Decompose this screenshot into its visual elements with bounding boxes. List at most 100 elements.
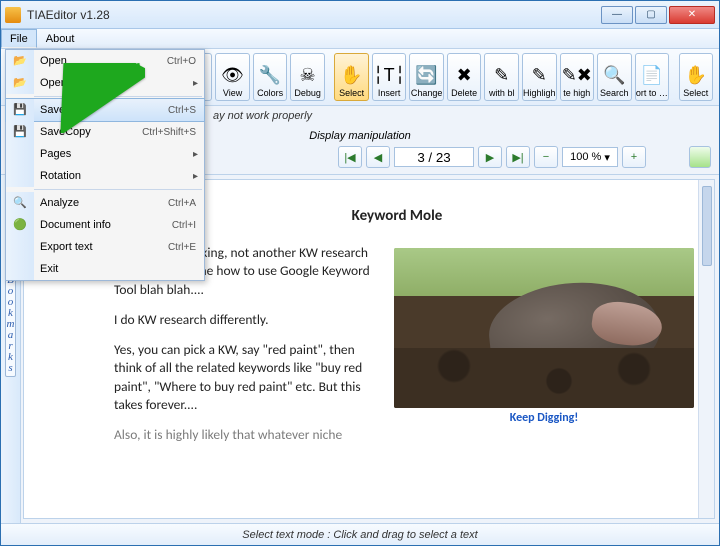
toolbar-label: Highligh <box>523 88 556 98</box>
view-icon: 👁 <box>220 62 246 88</box>
menu-item-document-info[interactable]: 🟢 Document infoCtrl+I <box>6 214 204 236</box>
toolbar-label: Insert <box>378 88 401 98</box>
menu-item-shortcut: Ctrl+Shift+S <box>142 127 204 138</box>
select-mode-button[interactable]: ✋Select <box>679 53 714 101</box>
doc-paragraph: Also, it is highly likely that whatever … <box>114 426 374 444</box>
zoom-in-button[interactable]: + <box>622 146 646 168</box>
menu-file[interactable]: File <box>1 29 37 48</box>
menu-item-export-text[interactable]: Export textCtrl+E <box>6 236 204 258</box>
menu-item-shortcut: Ctrl+S <box>168 105 204 116</box>
menu-item-shortcut: Ctrl+I <box>172 220 204 231</box>
first-page-button[interactable]: |◀ <box>338 146 362 168</box>
remove-highlight-icon: ✎✖ <box>564 62 590 88</box>
menu-item-label: Open recent <box>34 77 204 89</box>
toolbar-label: with bl <box>489 88 515 98</box>
toolbar-label: Select <box>339 88 364 98</box>
last-page-button[interactable]: ▶| <box>506 146 530 168</box>
menu-item-pages[interactable]: Pages <box>6 143 204 165</box>
menu-item-label: Analyze <box>34 197 168 209</box>
prev-page-button[interactable]: ◀ <box>366 146 390 168</box>
colors-button[interactable]: 🔧Colors <box>253 53 288 101</box>
remove-highlight-button[interactable]: ✎✖te high <box>560 53 595 101</box>
select-button[interactable]: ✋Select <box>334 53 369 101</box>
menu-item-open[interactable]: 📂 OpenCtrl+O <box>6 50 204 72</box>
toolbar-label: Colors <box>257 88 283 98</box>
export-icon: 📄 <box>639 62 665 88</box>
menu-item-open-recent[interactable]: 📂 Open recent <box>6 72 204 94</box>
toolbar-label: te high <box>563 88 590 98</box>
colors-icon: 🔧 <box>257 62 283 88</box>
menubar: File About 📂OpenCtrl+O📂Open recent💾SaveC… <box>1 29 719 49</box>
toolbar-label: Search <box>600 88 629 98</box>
menu-item-analyze[interactable]: 🔍 AnalyzeCtrl+A <box>6 192 204 214</box>
delete-icon: ✖ <box>451 62 477 88</box>
analyze-icon: 🔍 <box>13 196 27 210</box>
debug-button[interactable]: ☠Debug <box>290 53 325 101</box>
highlight-icon: ✎ <box>526 62 552 88</box>
statusbar: Select text mode : Click and drag to sel… <box>1 523 719 545</box>
minimize-button[interactable]: — <box>601 6 633 24</box>
app-window: TIAEditor v1.28 — ▢ ✕ File About 📂OpenCt… <box>0 0 720 546</box>
view-button[interactable]: 👁View <box>215 53 250 101</box>
with-block-icon: ✎ <box>489 62 515 88</box>
menu-item-label: Rotation <box>34 170 204 182</box>
zoom-select[interactable]: 100 % ▾ <box>562 147 618 167</box>
close-button[interactable]: ✕ <box>669 6 715 24</box>
window-title: TIAEditor v1.28 <box>27 8 601 22</box>
menu-item-label: Document info <box>34 219 172 231</box>
menu-item-label: Open <box>34 55 167 67</box>
menu-about[interactable]: About <box>37 29 84 48</box>
toolbar-label: Delete <box>451 88 477 98</box>
insert-button[interactable]: ╎T╎Insert <box>372 53 407 101</box>
save-icon: 💾 <box>13 125 27 139</box>
menu-item-save[interactable]: 💾 SaveCtrl+S <box>6 99 204 121</box>
search-icon: 🔍 <box>601 62 627 88</box>
export-button[interactable]: 📄ort to … <box>635 53 670 101</box>
zoom-out-button[interactable]: − <box>534 146 558 168</box>
with-block-button[interactable]: ✎with bl <box>484 53 519 101</box>
next-page-button[interactable]: ▶ <box>478 146 502 168</box>
toolbar-label: Select <box>683 88 708 98</box>
maximize-button[interactable]: ▢ <box>635 6 667 24</box>
page-number-input[interactable] <box>394 147 474 167</box>
open-icon: 📂 <box>13 76 27 90</box>
menu-item-label: Save <box>34 104 168 116</box>
vertical-scrollbar[interactable] <box>698 180 714 518</box>
menu-item-label: Exit <box>34 263 204 275</box>
select-icon: ✋ <box>339 62 365 88</box>
menu-item-label: SaveCopy <box>34 126 142 138</box>
debug-icon: ☠ <box>295 62 321 88</box>
menu-item-shortcut: Ctrl+O <box>167 56 204 67</box>
doc-figure: Keep Digging! <box>394 248 694 426</box>
insert-icon: ╎T╎ <box>376 62 402 88</box>
save-icon: 💾 <box>13 103 27 117</box>
menu-item-shortcut: Ctrl+E <box>168 242 204 253</box>
mole-image <box>394 248 694 408</box>
menu-item-shortcut: Ctrl+A <box>168 198 204 209</box>
change-icon: 🔄 <box>414 62 440 88</box>
help-button[interactable] <box>689 146 711 168</box>
delete-button[interactable]: ✖Delete <box>447 53 482 101</box>
highlight-button[interactable]: ✎Highligh <box>522 53 557 101</box>
change-button[interactable]: 🔄Change <box>409 53 444 101</box>
file-dropdown: 📂 OpenCtrl+O 📂 Open recent 💾 SaveCtrl+S 💾 SaveC… <box>5 49 205 281</box>
titlebar: TIAEditor v1.28 — ▢ ✕ <box>1 1 719 29</box>
menu-item-label: Pages <box>34 148 204 160</box>
info-icon: 🟢 <box>13 218 27 232</box>
toolbar-label: Debug <box>294 88 321 98</box>
menu-item-savecopy[interactable]: 💾 SaveCopyCtrl+Shift+S <box>6 121 204 143</box>
toolbar-label: ort to … <box>636 88 668 98</box>
toolbar-label: View <box>223 88 242 98</box>
toolbar-label: Change <box>411 88 443 98</box>
figure-caption: Keep Digging! <box>394 410 694 426</box>
app-icon <box>5 7 21 23</box>
tab-bookmarks[interactable]: Bookmarks <box>5 272 17 377</box>
doc-paragraph: Yes, you can pick a KW, say "red paint",… <box>114 341 374 414</box>
scrollbar-thumb[interactable] <box>702 186 712 266</box>
open-icon: 📂 <box>13 54 27 68</box>
menu-item-rotation[interactable]: Rotation <box>6 165 204 187</box>
menu-item-exit[interactable]: Exit <box>6 258 204 280</box>
select-mode-icon: ✋ <box>683 62 709 88</box>
search-button[interactable]: 🔍Search <box>597 53 632 101</box>
doc-paragraph: I do KW research differently. <box>114 311 374 329</box>
